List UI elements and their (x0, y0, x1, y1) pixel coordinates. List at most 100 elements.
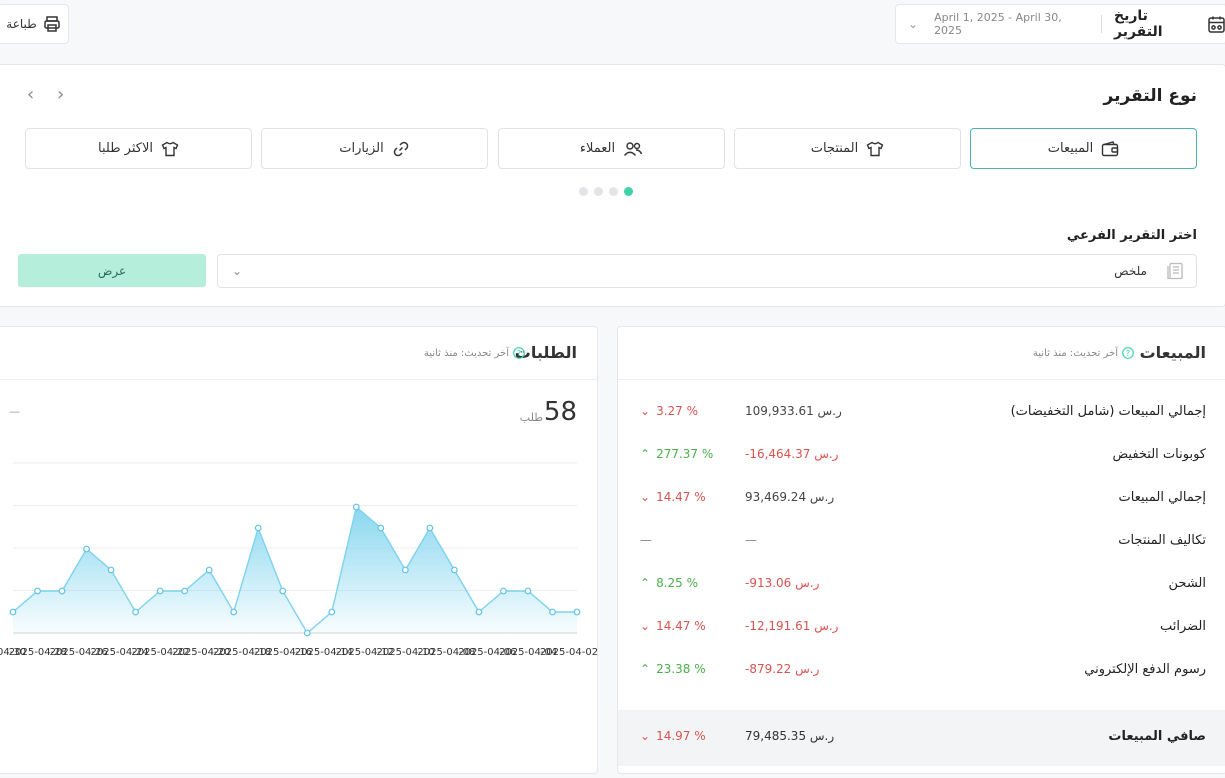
sales-title: المبيعات (1139, 343, 1206, 362)
sub-report-select[interactable]: ⌄ ملخص (217, 254, 1197, 288)
last-updated: آخر تحديث: منذ ثانية (423, 348, 509, 359)
sales-row-label: تكاليف المنتجات (1118, 533, 1206, 548)
shirt-icon (866, 141, 884, 157)
carousel-pager (579, 187, 633, 196)
data-point (205, 566, 213, 574)
orders-chart: 2025-04-302025-04-282025-04-262025-04-24… (0, 462, 598, 658)
sales-row-value: -16,464.37 ر.س (745, 447, 839, 461)
print-button[interactable]: طباعة (0, 4, 69, 44)
report-type-title: نوع التقرير (1103, 86, 1198, 106)
sales-card-header: المبيعات ? آخر تحديث: منذ ثانية (618, 327, 1225, 380)
arrow-down-icon: ⌄ (640, 404, 651, 418)
data-point (426, 524, 434, 532)
data-point (107, 566, 115, 574)
printer-icon (43, 15, 61, 33)
carousel-prev-button[interactable]: ‹ (27, 84, 34, 105)
link-icon (392, 140, 410, 158)
svg-text:?: ? (1126, 349, 1130, 358)
arrow-up-icon: ⌃ (640, 576, 651, 590)
orders-card: الطلبات ? آخر تحديث: منذ ثانية 58 طلب — … (0, 326, 598, 774)
data-point (83, 545, 90, 553)
data-point (352, 503, 360, 511)
report-type-products[interactable]: المنتجات (734, 128, 961, 169)
chevron-down-icon[interactable]: ⌄ (232, 264, 242, 278)
arrow-up-icon: ⌃ (640, 447, 651, 461)
sales-row-value: — (745, 533, 757, 547)
data-point (450, 566, 458, 574)
sales-row-value: -913.06 ر.س (745, 576, 820, 590)
sales-row-change: ⌃ 8.25 % (640, 576, 698, 590)
net-sales-value: 79,485.35 ر.س (745, 729, 835, 743)
sales-row-pct: 23.38 % (656, 662, 706, 676)
report-type-visits[interactable]: الزيارات (261, 128, 488, 169)
data-point (401, 566, 409, 574)
last-updated: آخر تحديث: منذ ثانية (1032, 348, 1118, 359)
data-point (303, 629, 311, 637)
pager-dot[interactable] (609, 187, 618, 196)
data-point (230, 608, 238, 616)
net-sales-change: ⌄ 14.97 % (640, 729, 706, 743)
orders-card-header: الطلبات ? آخر تحديث: منذ ثانية (0, 327, 597, 380)
sales-row: إجمالي المبيعات 93,469.24 ر.س ⌄ 14.47 % (618, 481, 1225, 515)
data-point (58, 587, 66, 595)
show-button[interactable]: عرض (18, 254, 206, 287)
sales-row-change: ⌄ 14.47 % (640, 619, 706, 633)
sales-row-value: 93,469.24 ر.س (745, 490, 835, 504)
sales-row-pct: 14.47 % (656, 490, 706, 504)
date-range-picker[interactable]: ⌄ April 1, 2025 - April 30, 2025 تاريخ ا… (895, 4, 1225, 44)
sales-row-pct: 3.27 % (656, 404, 698, 418)
report-type-customers[interactable]: العملاء (498, 128, 725, 169)
data-point (181, 587, 189, 595)
orders-count: 58 (543, 397, 577, 427)
divider (1101, 15, 1102, 33)
sales-row: الضرائب -12,191.61 ر.س ⌄ 14.47 % (618, 610, 1225, 644)
help-icon[interactable]: ? (513, 347, 525, 359)
data-point (328, 608, 336, 616)
sales-row-change: ⌄ 14.47 % (640, 490, 706, 504)
report-type-label: الزيارات (339, 141, 384, 156)
pager-dot[interactable] (579, 187, 588, 196)
report-type-most-ordered[interactable]: الاكثر طلبا (25, 128, 252, 169)
sub-report-label: اختر التقرير الفرعي (1066, 228, 1197, 243)
shirt-icon (161, 141, 179, 157)
sales-row: كوبونات التخفيض -16,464.37 ر.س ⌃ 277.37 % (618, 438, 1225, 472)
chevron-down-icon[interactable]: ⌄ (908, 17, 918, 31)
sales-row-label: إجمالي المبيعات (1118, 490, 1206, 505)
arrow-down-icon: ⌄ (640, 729, 651, 743)
report-type-sales[interactable]: المبيعات (970, 128, 1197, 169)
report-type-label: الاكثر طلبا (98, 141, 153, 156)
pager-dot-active[interactable] (624, 187, 633, 196)
data-point (524, 587, 532, 595)
net-sales-label: صافي المبيعات (1108, 729, 1206, 744)
series-area (13, 507, 577, 633)
sales-row-change: ⌃ 23.38 % (640, 662, 706, 676)
net-sales-pct: 14.97 % (656, 729, 706, 743)
help-icon[interactable]: ? (1122, 347, 1134, 359)
report-type-label: العملاء (579, 141, 616, 156)
sales-row-pct: — (640, 533, 652, 547)
document-icon (1167, 262, 1184, 280)
net-sales-row: صافي المبيعات 79,485.35 ر.س ⌄ 14.97 % (618, 710, 1225, 766)
sales-row-pct: 8.25 % (656, 576, 698, 590)
data-point (279, 587, 287, 595)
sales-row: إجمالي المبيعات (شامل التخفيضات) 109,933.… (618, 395, 1225, 429)
svg-text:?: ? (517, 349, 521, 358)
data-point (573, 608, 581, 616)
users-icon (623, 141, 643, 157)
carousel-next-button[interactable]: › (57, 84, 64, 105)
print-label: طباعة (6, 17, 37, 31)
data-point (9, 608, 17, 616)
sales-row-value: -879.22 ر.س (745, 662, 820, 676)
sales-row-change: ⌃ 277.37 % (640, 447, 713, 461)
data-point (475, 608, 483, 616)
sales-row-change: — (640, 533, 652, 547)
sales-row: رسوم الدفع الإلكتروني -879.22 ر.س ⌃ 23.38 % (618, 653, 1225, 687)
sales-row-value: 109,933.61 ر.س (745, 404, 842, 418)
data-point (377, 524, 385, 532)
pager-dot[interactable] (594, 187, 603, 196)
report-type-label: المنتجات (810, 141, 859, 156)
date-title: تاريخ التقرير (1114, 8, 1163, 40)
orders-dash: — (9, 405, 20, 418)
arrow-up-icon: ⌃ (640, 662, 651, 676)
data-point (254, 524, 262, 532)
